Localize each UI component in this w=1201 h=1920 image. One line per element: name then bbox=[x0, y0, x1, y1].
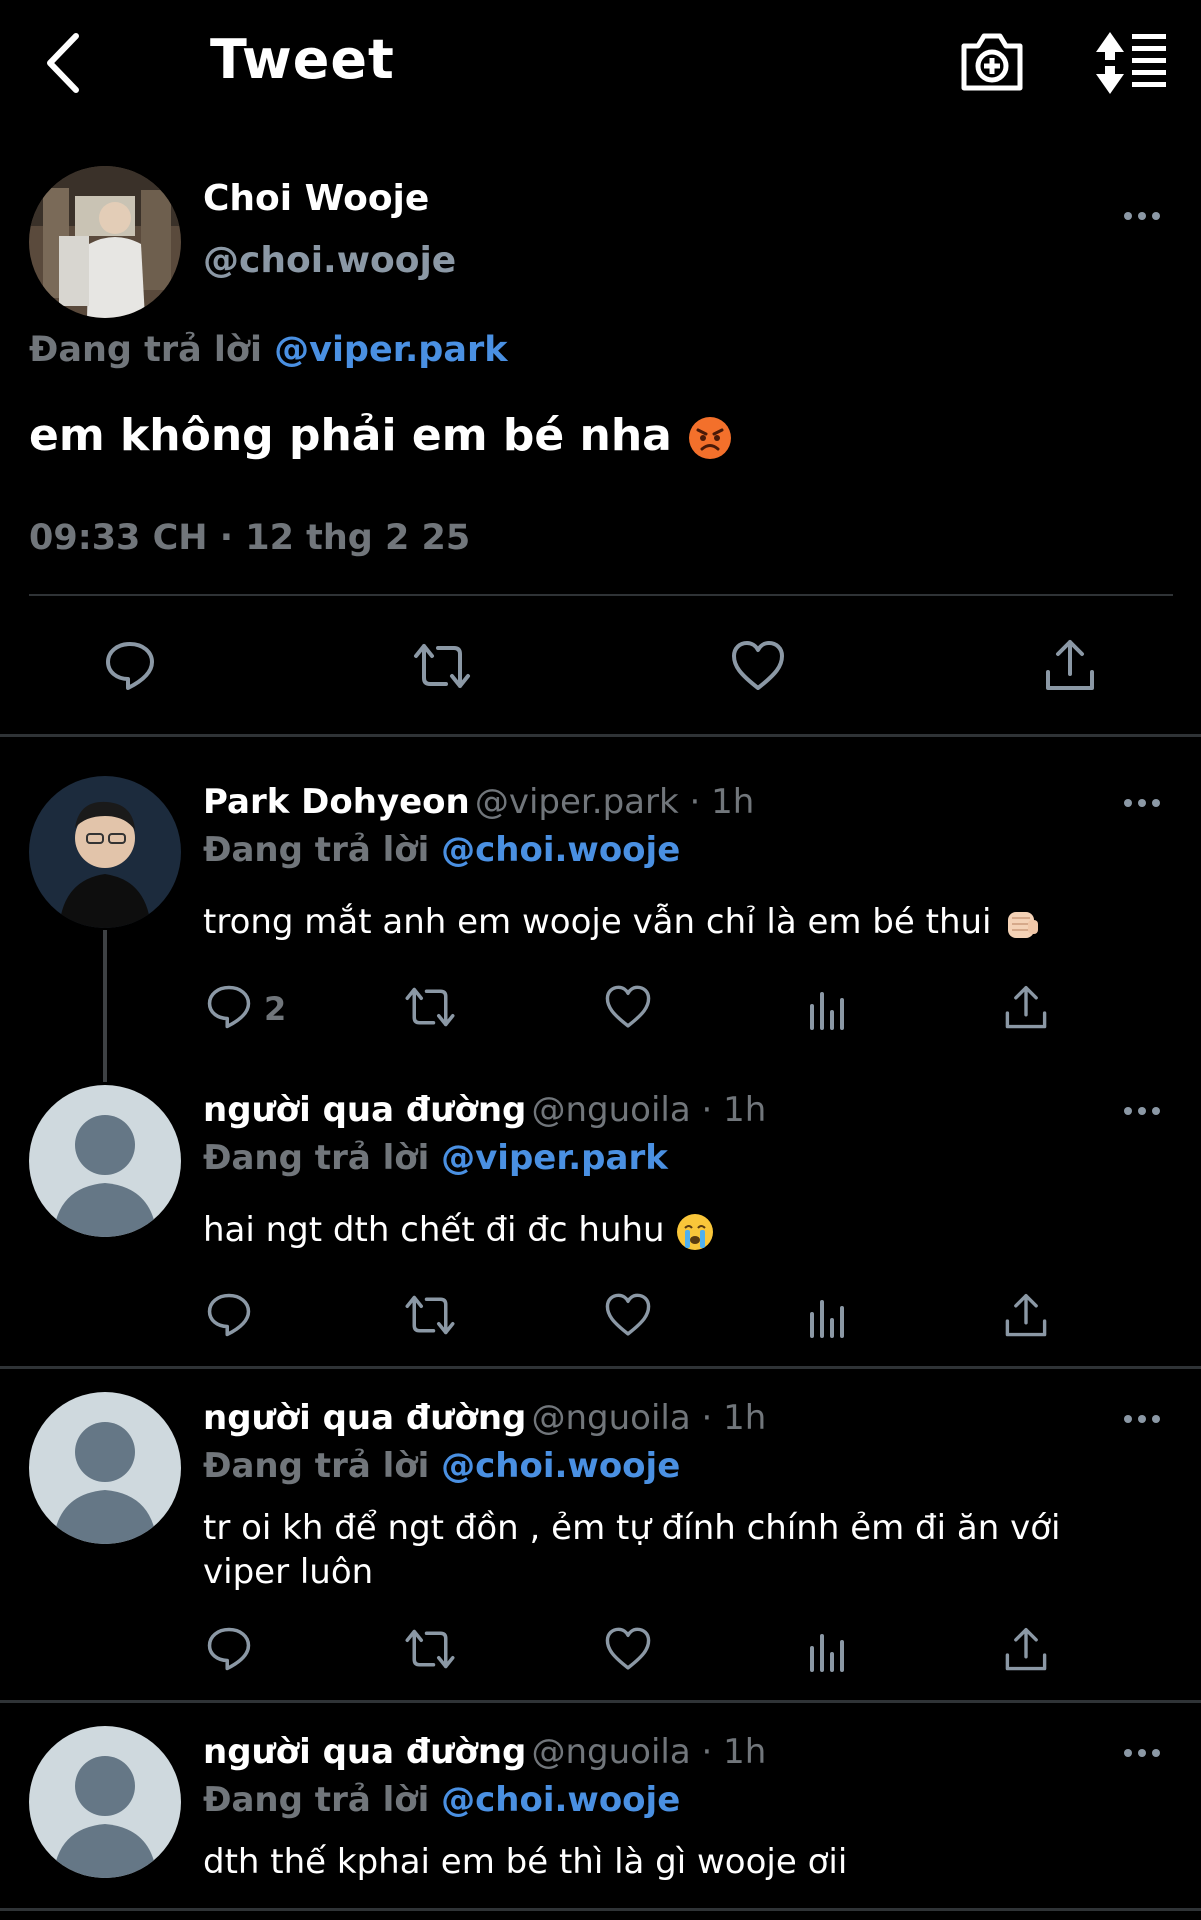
reply-icon[interactable] bbox=[206, 1626, 258, 1678]
page-title: Tweet bbox=[210, 28, 395, 91]
replying-prefix: Đang trả lời bbox=[203, 1138, 430, 1178]
author-meta[interactable]: @nguoila · 1h bbox=[531, 1090, 766, 1130]
replying-prefix: Đang trả lời bbox=[203, 1446, 430, 1486]
more-icon[interactable] bbox=[1124, 1747, 1164, 1761]
sort-icon[interactable] bbox=[1092, 30, 1168, 96]
like-icon[interactable] bbox=[730, 640, 784, 692]
replying-to: Đang trả lời @choi.wooje bbox=[203, 830, 680, 870]
replying-prefix: Đang trả lời bbox=[29, 330, 262, 370]
reply-icon[interactable] bbox=[104, 640, 156, 692]
retweet-icon[interactable] bbox=[410, 640, 470, 692]
mention-link[interactable]: @viper.park bbox=[441, 1138, 668, 1178]
section-separator bbox=[0, 1700, 1201, 1703]
author-name[interactable]: người qua đường bbox=[203, 1732, 526, 1772]
reply-text-content: trong mắt anh em wooje vẫn chỉ là em bé … bbox=[203, 902, 992, 942]
divider bbox=[29, 594, 1173, 596]
replying-to: Đang trả lời @viper.park bbox=[203, 1138, 668, 1178]
retweet-icon[interactable] bbox=[402, 1626, 455, 1678]
author-name[interactable]: người qua đường bbox=[203, 1398, 526, 1438]
fist-emoji bbox=[1002, 904, 1042, 944]
author-meta[interactable]: @nguoila · 1h bbox=[531, 1398, 766, 1438]
more-icon[interactable] bbox=[1124, 210, 1164, 224]
thread-line bbox=[103, 930, 107, 1082]
mention-link[interactable]: @choi.wooje bbox=[441, 1446, 680, 1486]
mention-link[interactable]: @choi.wooje bbox=[441, 830, 680, 870]
reply-header: người qua đường @nguoila · 1h bbox=[203, 1732, 766, 1772]
replying-to: Đang trả lời @choi.wooje bbox=[203, 1780, 680, 1820]
avatar[interactable] bbox=[29, 1726, 181, 1878]
reply-text: dth thế kphai em bé thì là gì wooje ơii bbox=[203, 1842, 848, 1882]
replying-prefix: Đang trả lời bbox=[203, 830, 430, 870]
avatar[interactable] bbox=[29, 1392, 181, 1544]
avatar[interactable] bbox=[29, 1085, 181, 1237]
like-icon[interactable] bbox=[604, 984, 656, 1036]
reply-text: trong mắt anh em wooje vẫn chỉ là em bé … bbox=[203, 900, 1123, 944]
section-separator bbox=[0, 734, 1201, 737]
author-meta[interactable]: @viper.park · 1h bbox=[475, 782, 754, 822]
tweet-text: em không phải em bé nha bbox=[29, 410, 733, 461]
author-name[interactable]: người qua đường bbox=[203, 1090, 526, 1130]
author-handle[interactable]: @choi.wooje bbox=[203, 240, 456, 281]
author-name[interactable]: Choi Wooje bbox=[203, 178, 429, 219]
reply-header: người qua đường @nguoila · 1h bbox=[203, 1090, 766, 1130]
tweet-text-content: em không phải em bé nha bbox=[29, 410, 672, 461]
replying-to: Đang trả lời @viper.park bbox=[29, 330, 508, 370]
more-icon[interactable] bbox=[1124, 797, 1164, 811]
views-icon[interactable] bbox=[808, 1628, 860, 1680]
crying-emoji bbox=[675, 1212, 715, 1252]
like-icon[interactable] bbox=[604, 1626, 656, 1678]
reply-header: Park Dohyeon @viper.park · 1h bbox=[203, 782, 754, 822]
more-icon[interactable] bbox=[1124, 1105, 1164, 1119]
reply-text: tr oi kh để ngt đồn , ẻm tự đính chính ẻ… bbox=[203, 1508, 1061, 1592]
add-camera-icon[interactable] bbox=[958, 30, 1026, 94]
avatar[interactable] bbox=[29, 776, 181, 928]
replying-prefix: Đang trả lời bbox=[203, 1780, 430, 1820]
reply-header: người qua đường @nguoila · 1h bbox=[203, 1398, 766, 1438]
mention-link[interactable]: @viper.park bbox=[274, 330, 507, 370]
section-separator bbox=[0, 1366, 1201, 1369]
tweet-timestamp: 09:33 CH · 12 thg 2 25 bbox=[29, 518, 471, 558]
reply-icon[interactable] bbox=[206, 1292, 258, 1344]
retweet-icon[interactable] bbox=[402, 984, 455, 1036]
share-icon[interactable] bbox=[1004, 1292, 1056, 1344]
like-icon[interactable] bbox=[604, 1292, 656, 1344]
replying-to: Đang trả lời @choi.wooje bbox=[203, 1446, 680, 1486]
share-icon[interactable] bbox=[1004, 1626, 1056, 1678]
views-icon[interactable] bbox=[808, 986, 860, 1038]
more-icon[interactable] bbox=[1124, 1413, 1164, 1427]
back-arrow-icon[interactable] bbox=[40, 30, 90, 96]
author-meta[interactable]: @nguoila · 1h bbox=[531, 1732, 766, 1772]
reply-text: hai ngt dth chết đi đc huhu bbox=[203, 1208, 1123, 1252]
mention-link[interactable]: @choi.wooje bbox=[441, 1780, 680, 1820]
reply-count: 2 bbox=[264, 990, 287, 1028]
share-icon[interactable] bbox=[1004, 984, 1056, 1036]
section-separator bbox=[0, 1908, 1201, 1911]
author-name[interactable]: Park Dohyeon bbox=[203, 782, 470, 822]
reply-icon[interactable] bbox=[206, 984, 258, 1036]
avatar[interactable] bbox=[29, 166, 181, 318]
retweet-icon[interactable] bbox=[402, 1292, 455, 1344]
share-icon[interactable] bbox=[1044, 638, 1096, 690]
views-icon[interactable] bbox=[808, 1294, 860, 1346]
reply-text-content: hai ngt dth chết đi đc huhu bbox=[203, 1210, 665, 1250]
angry-emoji bbox=[687, 415, 733, 461]
